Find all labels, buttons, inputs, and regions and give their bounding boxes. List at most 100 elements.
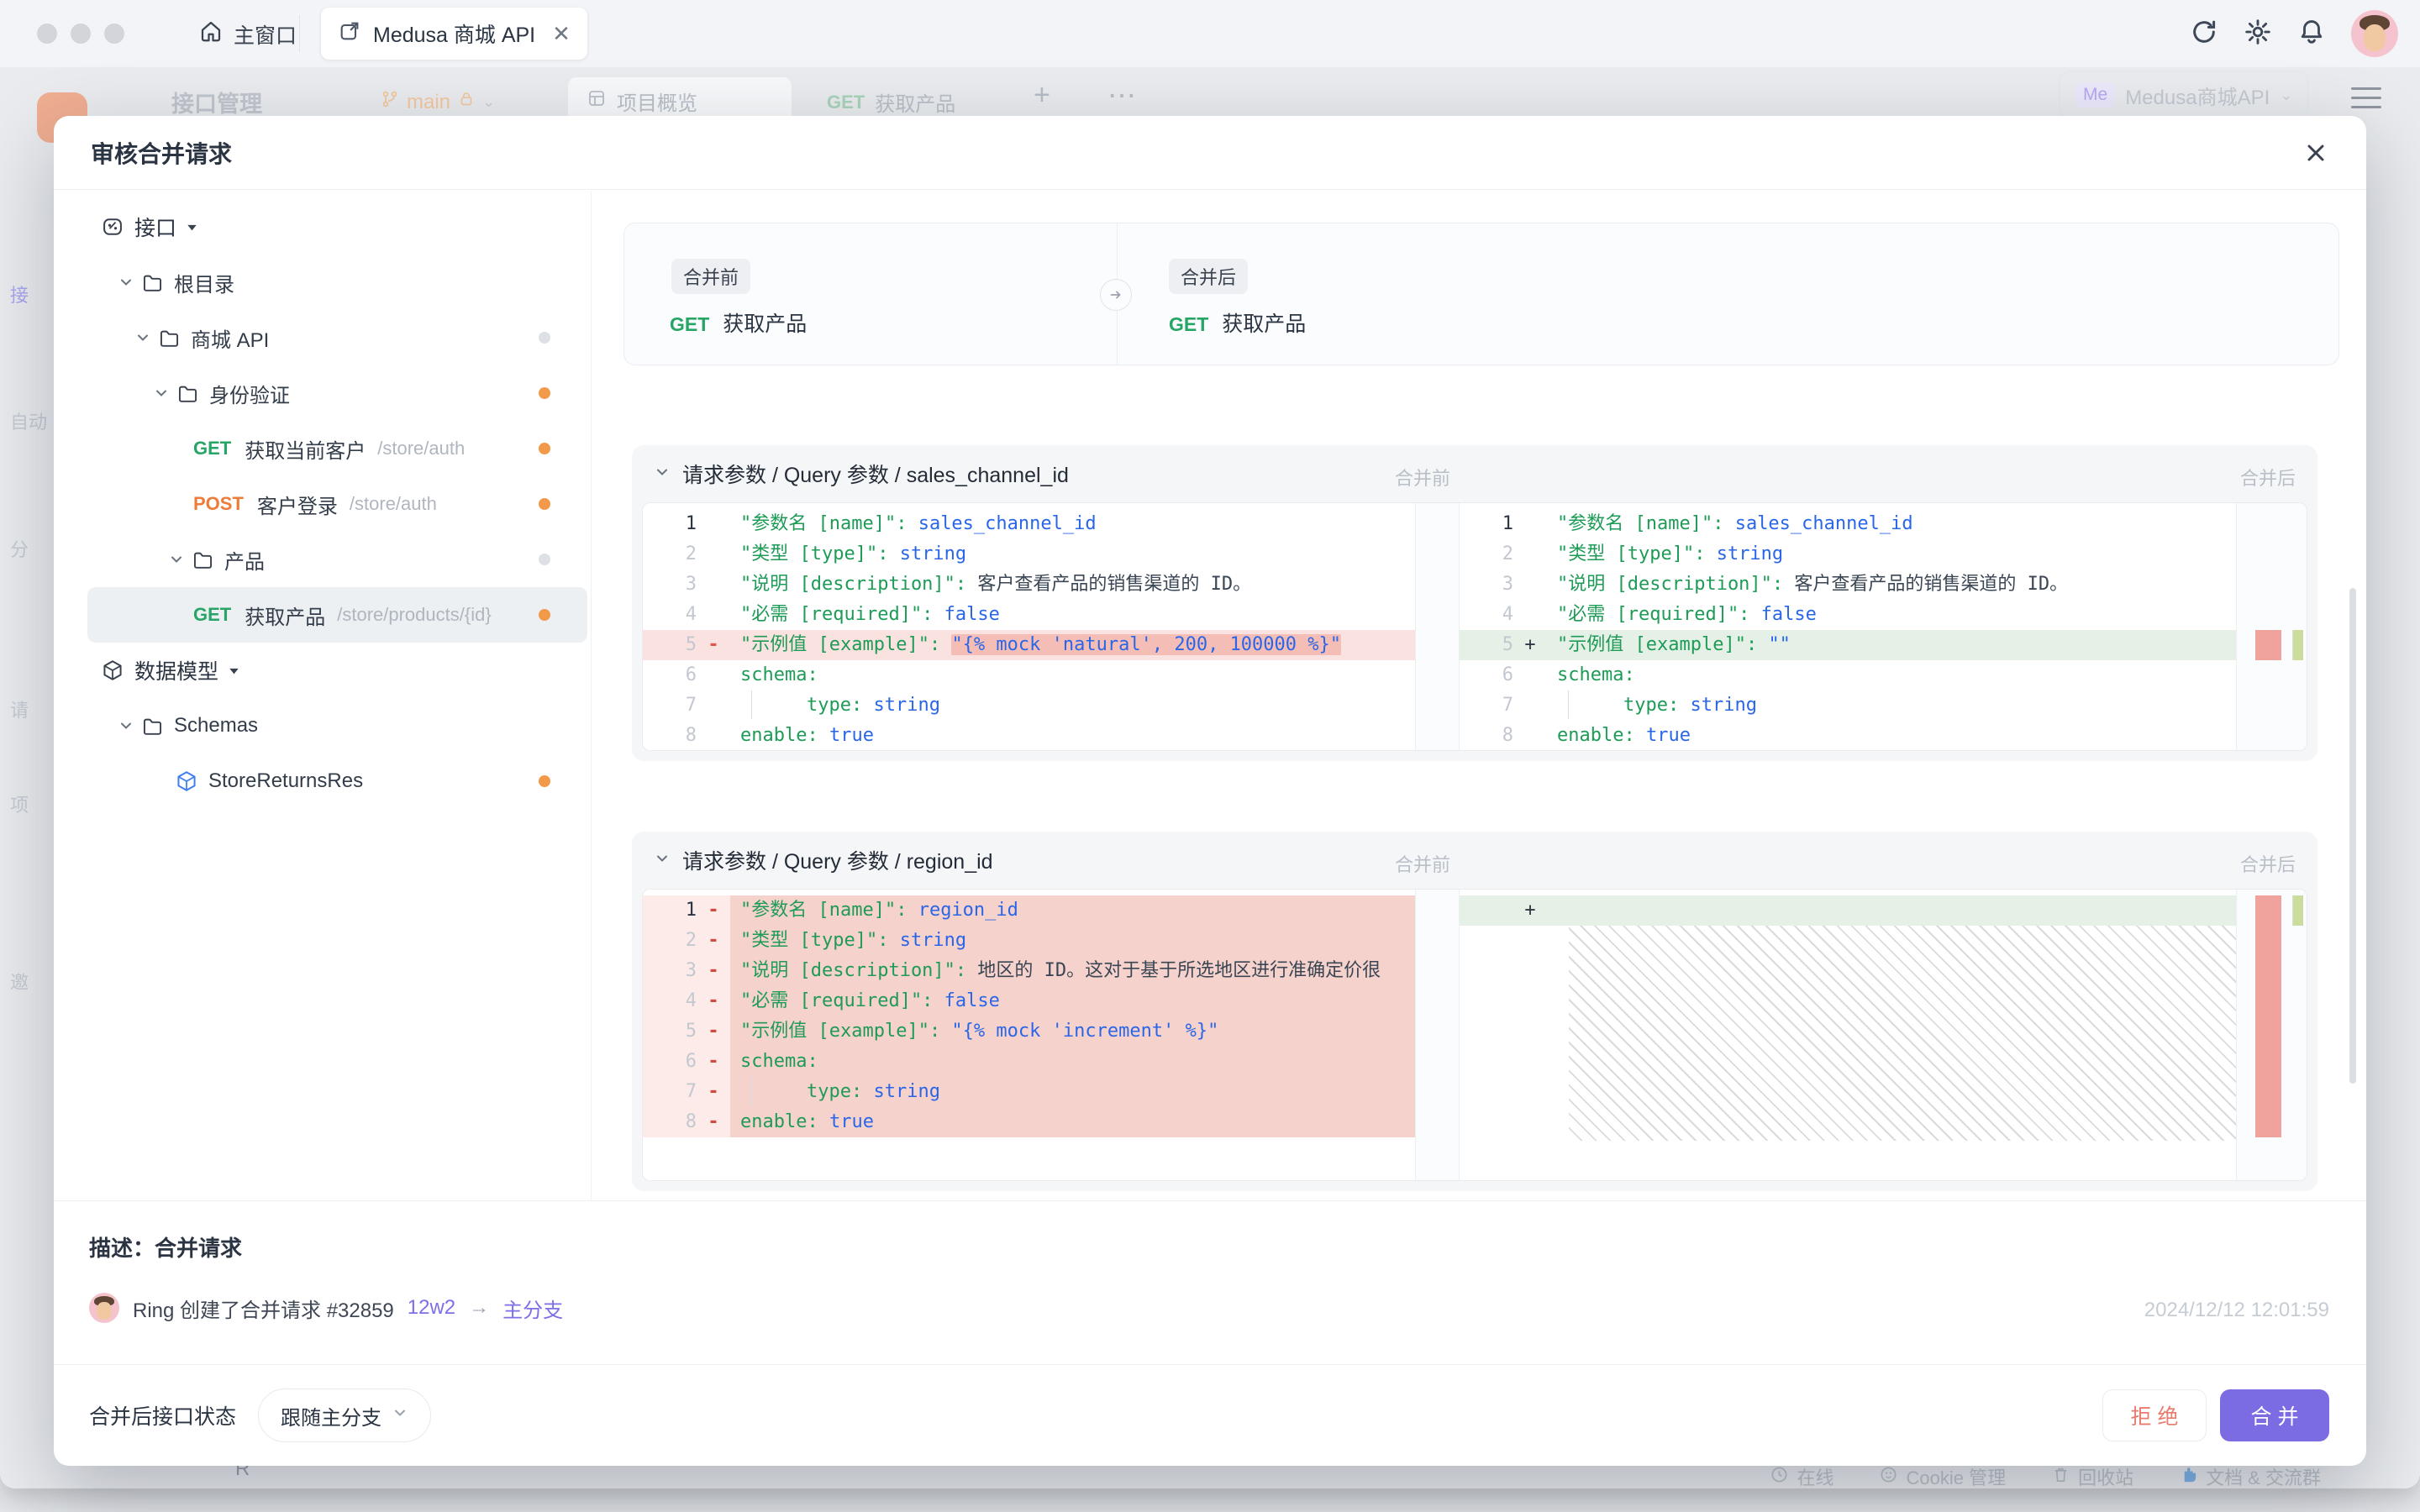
code-token: "": [1768, 634, 1791, 655]
chevron-down-icon[interactable]: [118, 717, 134, 734]
refresh-icon[interactable]: [2190, 18, 2218, 50]
code-token: "类型 [type]":: [740, 930, 888, 951]
endpoint-path: /store/products/{id}: [337, 604, 491, 626]
line-number: 6: [643, 660, 697, 690]
reject-button[interactable]: 拒 绝: [2102, 1389, 2207, 1441]
chevron-down-icon[interactable]: [153, 385, 170, 402]
line-number: 2: [643, 539, 697, 570]
caret-down-icon[interactable]: [229, 665, 239, 676]
tree-item-label: StoreReturnsRes: [208, 769, 363, 793]
tab-endpoint[interactable]: GET 获取产品: [827, 87, 955, 117]
line-number: 3: [1460, 570, 1513, 600]
main-window-button[interactable]: 主窗口: [198, 18, 297, 50]
diff-line: 8enable: true: [1460, 721, 2236, 750]
diff-scroll-area[interactable]: 合并前 合并后 GET 获取产品 GET 获取产品 请求参数 / Query 参…: [592, 191, 2366, 1200]
tree-item-folder[interactable]: 根目录: [87, 255, 587, 310]
sidebar-item-fragment[interactable]: 自动: [10, 407, 52, 434]
code-token: "示例值 [example]":: [1557, 634, 1768, 655]
close-tab-icon[interactable]: ✕: [552, 21, 571, 47]
close-window-button[interactable]: [37, 24, 57, 44]
chevron-down-icon[interactable]: [118, 274, 134, 291]
main-window-label: 主窗口: [234, 19, 297, 50]
diff-line: 4"必需 [required]": false: [643, 600, 1415, 630]
indent-guide: [751, 690, 762, 719]
tree-item-endpoint[interactable]: GET获取当前客户/store/auth: [87, 421, 587, 476]
code-text: schema:: [730, 660, 1415, 690]
chevron-down-icon[interactable]: [134, 329, 151, 346]
status-select[interactable]: 跟随主分支: [258, 1389, 431, 1442]
lock-icon: [457, 90, 476, 114]
status-bar-item[interactable]: Cookie 管理: [1879, 1463, 2006, 1488]
modal-body: 接口根目录商城 API身份验证GET获取当前客户/store/authPOST客…: [54, 191, 2366, 1201]
more-tabs-button[interactable]: ⋯: [1107, 79, 1138, 113]
tree-item-folder[interactable]: 商城 API: [87, 310, 587, 365]
sidebar-item-fragment[interactable]: 邀: [10, 968, 52, 995]
diff-sign: -: [697, 986, 730, 1016]
close-icon[interactable]: [2302, 139, 2329, 166]
chevron-down-icon: ⌄: [482, 93, 495, 111]
status-label: 合并后接口状态: [89, 1400, 236, 1431]
bell-icon[interactable]: [2297, 18, 2326, 50]
source-branch-link[interactable]: 12w2: [408, 1296, 455, 1320]
tree-item-folder[interactable]: 产品: [87, 532, 587, 587]
tree-item-endpoint[interactable]: POST客户登录/store/auth: [87, 476, 587, 532]
minimize-window-button[interactable]: [71, 24, 91, 44]
menu-icon[interactable]: [2351, 81, 2381, 115]
sidebar-item-fragment[interactable]: 请: [10, 696, 52, 722]
scrollbar-thumb[interactable]: [2349, 588, 2356, 1084]
tree-item-group[interactable]: 数据模型: [87, 643, 587, 698]
code-token: "必需 [required]":: [1557, 604, 1749, 625]
traffic-lights[interactable]: [37, 24, 124, 44]
tree-item-group[interactable]: 接口: [87, 199, 587, 255]
status-bar-item[interactable]: 文档 & 交流群: [2179, 1463, 2321, 1488]
diff-sign: -: [697, 1047, 730, 1077]
code-token: true: [818, 725, 874, 746]
chevron-down-icon: ⌄: [2280, 87, 2292, 104]
diff-panel: 1"参数名 [name]": sales_channel_id2"类型 [typ…: [642, 502, 2307, 751]
diff-line: 4-"必需 [required]": false: [643, 986, 1415, 1016]
diff-sign: -: [697, 1016, 730, 1047]
titlebar-actions: [2190, 0, 2398, 67]
tree-item-model[interactable]: StoreReturnsRes: [87, 753, 587, 809]
method-badge: GET: [1169, 313, 1208, 336]
chevron-down-icon[interactable]: [654, 464, 671, 485]
diff-sign: [1513, 690, 1547, 721]
project-tab[interactable]: Medusa 商城 API ✕: [321, 8, 587, 60]
code-text: "必需 [required]": false: [730, 986, 1415, 1016]
tree-item-endpoint[interactable]: GET获取产品/store/products/{id}: [87, 587, 587, 643]
tree-item-folder[interactable]: Schemas: [87, 698, 587, 753]
sidebar-item-fragment[interactable]: 项: [10, 790, 52, 817]
diff-section-header[interactable]: 请求参数 / Query 参数 / sales_channel_id合并前合并后: [632, 445, 2317, 502]
code-text: "说明 [description]": 地区的 ID。这对于基于所选地区进行准确…: [730, 956, 1415, 986]
caret-down-icon[interactable]: [187, 222, 197, 233]
sidebar-item-fragment[interactable]: 分: [10, 535, 52, 562]
chevron-down-icon[interactable]: [168, 551, 185, 568]
gear-icon[interactable]: [2244, 18, 2272, 50]
merge-button[interactable]: 合 并: [2220, 1389, 2329, 1441]
code-token: false: [933, 990, 999, 1011]
diff-sign: [697, 721, 730, 750]
sidebar-item-fragment[interactable]: 接: [10, 281, 52, 307]
diff-sign: [697, 570, 730, 600]
chevron-down-icon: [392, 1404, 408, 1427]
chevron-down-icon[interactable]: [654, 850, 671, 871]
branch-selector[interactable]: main ⌄: [380, 89, 495, 115]
maximize-window-button[interactable]: [104, 24, 124, 44]
project-switcher[interactable]: Me Medusa商城API ⌄: [2059, 71, 2309, 119]
code-token: "参数名 [name]":: [740, 900, 907, 921]
status-bar-item[interactable]: 回收站: [2051, 1463, 2133, 1488]
code-token: enable:: [1557, 725, 1635, 746]
diff-section-header[interactable]: 请求参数 / Query 参数 / region_id合并前合并后: [632, 832, 2317, 889]
modal-footer: 合并后接口状态 跟随主分支 拒 绝 合 并: [54, 1364, 2366, 1466]
user-avatar[interactable]: [2351, 10, 2398, 57]
line-number: [1460, 895, 1513, 926]
add-tab-button[interactable]: +: [1034, 79, 1050, 112]
tree-item-folder[interactable]: 身份验证: [87, 365, 587, 421]
code-token: "说明 [description]":: [1557, 574, 1783, 595]
code-token: enable:: [740, 725, 818, 746]
api-icon: [101, 215, 124, 239]
target-branch-link[interactable]: 主分支: [502, 1294, 563, 1323]
status-bar-item[interactable]: 在线: [1770, 1463, 1833, 1488]
code-token: string: [1705, 543, 1783, 564]
compare-card: 合并前 合并后 GET 获取产品 GET 获取产品: [623, 223, 2339, 365]
